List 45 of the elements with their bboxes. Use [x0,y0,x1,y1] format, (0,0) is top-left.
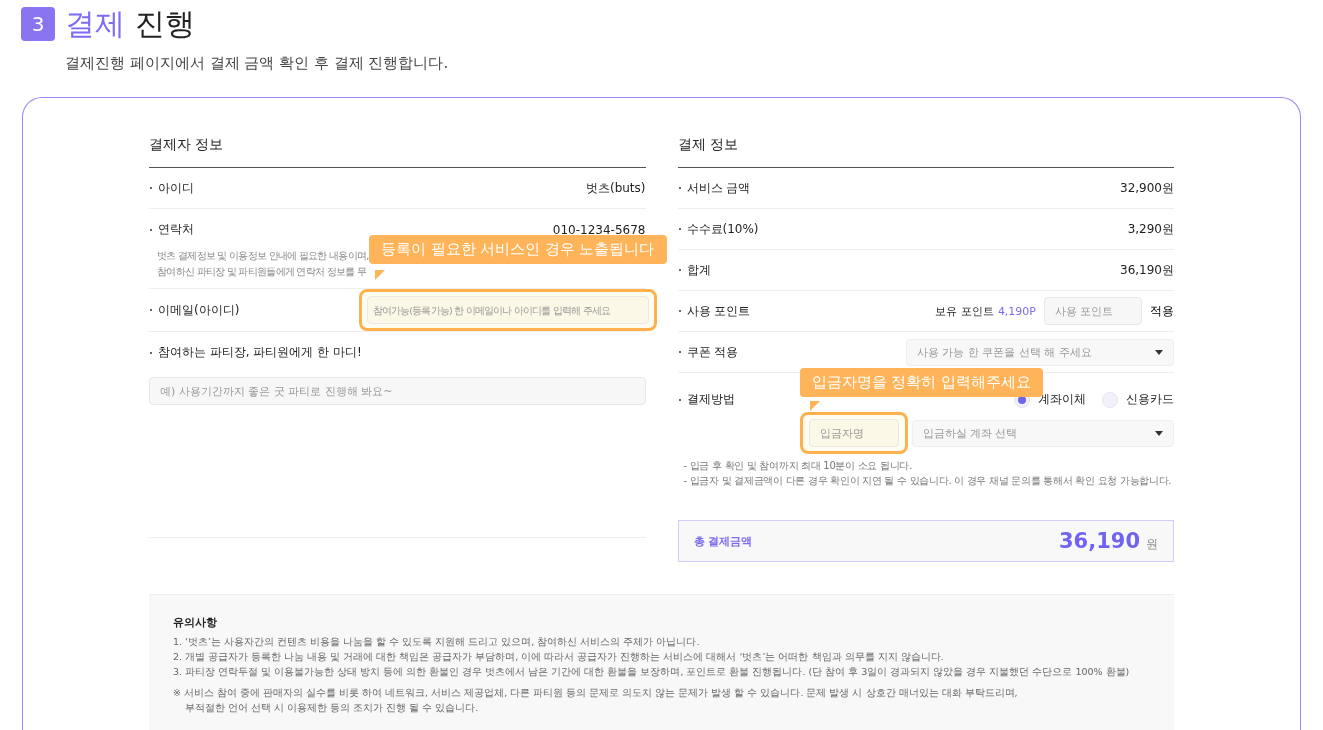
tooltip-tail-icon [375,270,385,280]
section-title: 결제 정보 [677,136,1174,168]
tooltip: 등록이 필요한 서비스인 경우 노출됩니다 [369,235,667,264]
owned-points-value: 4,190P [997,304,1036,318]
field-value: 32,900원 [1120,179,1174,197]
message-field[interactable]: 예) 사용기간까지 좋은 굿 파티로 진행해 봐요~ [149,377,646,405]
depositor-field[interactable]: 입금자명 [808,419,899,447]
notice-item: 2. 개별 공급자가 등록한 나눔 내용 및 거래에 대한 책임은 공급자가 부담하며, 이에 따라서 공급자가 진행하는 서비스에 대해서 ‘벗츠’는 어떠한 책임과 의무를 지지 않습니다. [173,650,945,664]
field-label: 사용 포인트 [686,302,751,320]
field-label: 쿠폰 적용 [686,343,739,361]
help-text: 벗츠 결제정보 및 이용정보 안내에 필요한 내용이며, [156,249,369,263]
field-label: 연락처 [158,221,194,238]
currency-unit: 원 [1146,537,1158,551]
field-label: 수수료(10%) [686,220,759,238]
field-value: 3,290원 [1127,220,1174,238]
field-label: 합계 [686,261,711,279]
points-field[interactable]: 사용 포인트 [1044,297,1142,325]
help-text: 참여하신 파티장 및 파티원들에게 연락처 정보를 무 [156,265,367,279]
field-label: 이메일(아이디) [158,301,240,319]
field-value: 010-1234-5678 [552,222,646,237]
field-label: 아이디 [158,179,194,197]
email-field[interactable]: 참여가능(등록가능) 한 이메일이나 아이디를 입력해 주세요 [366,296,649,324]
tooltip: 입금자명을 정확히 입력해주세요 [799,368,1043,397]
field-label: 참여하는 파티장, 파티원에게 한 마디! [158,344,362,361]
field-label: 서비스 금액 [686,179,751,197]
field-value: 36,190원 [1120,261,1174,279]
page-subtitle: 결제진행 페이지에서 결제 금액 확인 후 결제 진행합니다. [65,54,450,73]
owned-points-label: 보유 포인트 [935,303,994,319]
step-badge: 3 [21,7,55,41]
section-title: 결제자 정보 [149,136,646,168]
notice-item: 1. ‘벗츠’는 사용자간의 컨텐츠 비용을 나눔을 할 수 있도록 지원해 드리고 있으며, 참여하신 서비스의 주체가 아닙니다. [173,635,701,649]
field-label: 결제방법 [686,391,735,408]
field-value: 벗츠(buts) [585,179,646,197]
total-label: 총 결제금액 [693,533,753,549]
notice-remark: ※ 서비스 참여 중에 판매자의 실수를 비롯 하여 네트워크, 서비스 제공업체, 다른 파티원 등의 문제로 의도치 않는 문제가 발생 할 수 있습니다. 문제 발생 시 상호간 매너있는 대화 부탁드리며, [173,686,1019,700]
notice-title: 유의사항 [173,615,218,630]
help-text: - 입금 후 확인 및 참여까지 최대 10분이 소요 됩니다. [682,459,914,473]
notice-remark: 부적절한 언어 선택 시 이용제한 등의 조치가 진행 될 수 있습니다. [184,701,480,715]
radio-option[interactable]: 신용카드 [1102,391,1174,408]
apply-button[interactable]: 적용 [1150,302,1174,320]
notice-item: 3. 파티장 연락두절 및 이용불가능한 상태 방치 등에 의한 환불인 경우 벗츠에서 남은 기간에 대한 환불을 보장하며, 포인트로 환불 진행됩니다. (단 참여 후 3일이 경과되지 않았을 경우 지불했던 수단으로 100% 환불) [173,665,1131,679]
page-title-accent: 결제 [65,5,125,41]
help-text: - 입금자 및 결제금액이 다른 경우 확인이 지연 될 수 있습니다. 이 경우 채널 문의를 통해서 확인 요청 가능합니다. [682,474,1173,488]
total-amount: 36,190 [1058,529,1140,553]
page-title: 진행 [134,5,195,41]
